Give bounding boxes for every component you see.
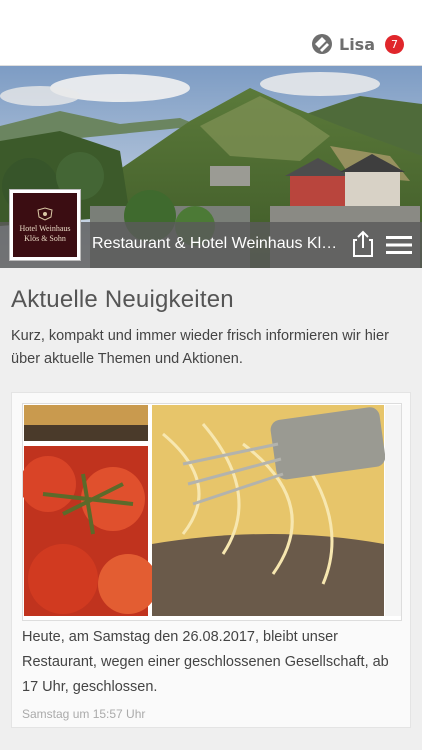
- logo-line-1: Hotel Weinhaus: [19, 223, 71, 233]
- intro-text: Kurz, kompakt und immer wieder frisch in…: [11, 328, 389, 367]
- business-title: Restaurant & Hotel Weinhaus Klös & Sohn: [92, 235, 342, 252]
- user-menu[interactable]: Lisa 7: [311, 33, 404, 55]
- crest-icon: [37, 206, 53, 221]
- user-name: Lisa: [339, 34, 375, 54]
- news-image: [22, 403, 402, 621]
- top-bar: Lisa 7: [0, 0, 422, 66]
- share-icon[interactable]: [351, 230, 375, 258]
- notification-badge[interactable]: 7: [385, 34, 404, 54]
- news-card[interactable]: Heute, am Samstag den 26.08.2017, bleibt…: [11, 392, 411, 728]
- news-timestamp: Samstag um 15:57 Uhr: [22, 707, 146, 721]
- hero-banner: Restaurant & Hotel Weinhaus Klös & Sohn …: [0, 66, 422, 268]
- section-title: Aktuelle Neuigkeiten: [11, 286, 234, 313]
- user-switch-icon: [312, 34, 332, 54]
- hamburger-menu-icon[interactable]: [386, 234, 412, 256]
- business-logo: Hotel Weinhaus Klös & Sohn: [10, 190, 80, 260]
- news-text: Heute, am Samstag den 26.08.2017, bleibt…: [22, 629, 389, 695]
- logo-line-2: Klös & Sohn: [24, 233, 66, 243]
